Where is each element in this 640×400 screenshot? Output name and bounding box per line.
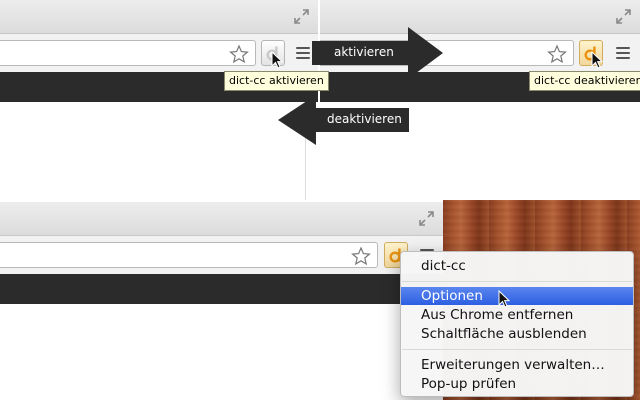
arrow-deactivate: deaktivieren <box>278 95 410 145</box>
extension-context-menu: dict-cc Optionen Aus Chrome entfernen Sc… <box>400 251 634 397</box>
fullscreen-icon[interactable] <box>419 211 434 226</box>
star-icon[interactable] <box>547 44 567 64</box>
fullscreen-icon[interactable] <box>616 9 631 24</box>
menu-item-remove-from-chrome[interactable]: Aus Chrome entfernen <box>401 306 633 324</box>
fullscreen-icon[interactable] <box>294 9 309 24</box>
hamburger-menu-icon[interactable] <box>616 47 630 60</box>
menu-separator <box>402 281 632 282</box>
menu-item-inspect-popup[interactable]: Pop-up prüfen <box>401 375 633 393</box>
star-icon[interactable] <box>229 44 249 64</box>
bookmark-bar <box>0 274 443 304</box>
star-icon[interactable] <box>351 246 371 266</box>
window-titlebar <box>0 202 443 236</box>
window-titlebar <box>0 0 318 34</box>
menu-item-manage-extensions[interactable]: Erweiterungen verwalten… <box>401 356 633 374</box>
arrow-activate-label: aktivieren <box>334 45 394 59</box>
browser-window-top-left <box>0 0 318 200</box>
mouse-cursor-icon <box>591 51 603 69</box>
browser-toolbar <box>0 236 443 274</box>
address-bar[interactable] <box>0 242 378 268</box>
hamburger-menu-icon[interactable] <box>296 47 310 60</box>
menu-item-options[interactable]: Optionen <box>401 287 633 305</box>
browser-window-bottom <box>0 202 443 400</box>
arrow-deactivate-label: deaktivieren <box>327 112 402 126</box>
tooltip-deactivate: dict-cc deaktivieren <box>529 71 640 91</box>
menu-item-hide-button[interactable]: Schaltfläche ausblenden <box>401 325 633 343</box>
address-bar[interactable] <box>0 40 256 66</box>
arrow-activate: aktivieren <box>312 27 444 79</box>
menu-separator <box>402 349 632 350</box>
mouse-cursor-icon <box>498 290 510 308</box>
menu-item-title[interactable]: dict-cc <box>401 257 633 275</box>
mouse-cursor-icon <box>271 51 283 69</box>
